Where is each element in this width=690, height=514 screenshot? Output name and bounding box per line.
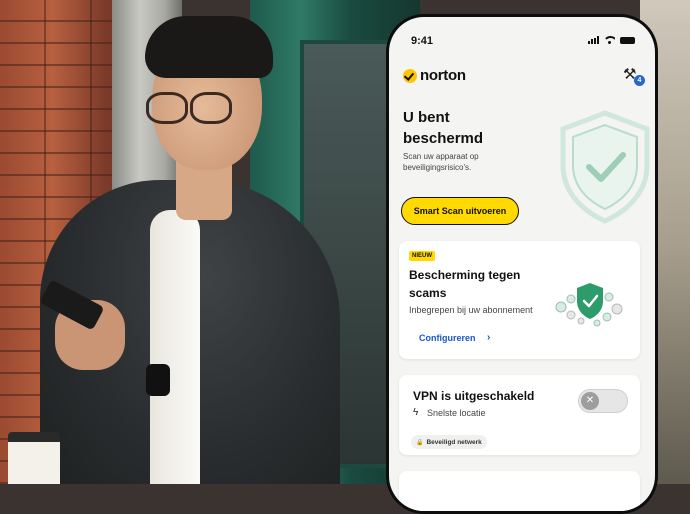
person-shirt (150, 210, 200, 484)
notification-badge: 4 (634, 75, 645, 86)
next-card[interactable] (399, 471, 640, 511)
status-title: U bent beschermd (403, 109, 484, 147)
new-badge: NIEUW (409, 251, 435, 261)
scam-shield-illustration (555, 283, 623, 327)
vpn-title: VPN is uitgeschakeld (413, 389, 535, 403)
status-bar: 9:41 (389, 17, 655, 57)
chip-label: Beveiligd netwerk (426, 438, 482, 446)
norton-check-icon (403, 68, 417, 83)
app-header: norton ⚒ 4 (403, 65, 645, 89)
signal-icon (588, 36, 599, 44)
norton-logo: norton (403, 67, 466, 84)
scam-protection-card[interactable]: NIEUW Bescherming tegen scams Inbegrepen… (399, 241, 640, 359)
configure-link[interactable]: Configureren (419, 333, 476, 343)
secure-network-chip: 🔒 Beveiligd netwerk (411, 435, 487, 449)
scam-card-title: Bescherming tegen scams (409, 268, 521, 300)
phone-mockup: 9:41 norton ⚒ 4 U bent beschermd Scan uw… (386, 14, 658, 514)
smartwatch (146, 364, 170, 396)
wifi-icon (604, 36, 615, 44)
vpn-card[interactable]: VPN is uitgeschakeld ϟ Snelste locatie ✕… (399, 375, 640, 455)
bolt-icon: ϟ (413, 407, 419, 418)
app-screen: 9:41 norton ⚒ 4 U bent beschermd Scan uw… (389, 17, 655, 511)
lock-icon: 🔒 (416, 439, 424, 446)
close-icon: ✕ (581, 392, 599, 410)
vpn-toggle[interactable]: ✕ (578, 389, 628, 413)
tools-button[interactable]: ⚒ 4 (621, 65, 645, 87)
coffee-cup (8, 432, 60, 484)
status-icons (588, 36, 635, 44)
smart-scan-button[interactable]: Smart Scan uitvoeren (401, 197, 519, 225)
battery-icon (620, 36, 635, 44)
brand-name: norton (420, 67, 466, 84)
status-subtitle: Scan uw apparaat op beveiligingsrisico's… (403, 152, 479, 172)
shield-check-icon (560, 110, 650, 224)
vpn-location[interactable]: Snelste locatie (427, 408, 486, 418)
person-glasses (146, 92, 256, 124)
chevron-right-icon[interactable]: › (487, 332, 490, 343)
person-hair (145, 16, 273, 78)
scam-card-subtitle: Inbegrepen bij uw abonnement (409, 305, 533, 315)
status-time: 9:41 (411, 35, 434, 47)
